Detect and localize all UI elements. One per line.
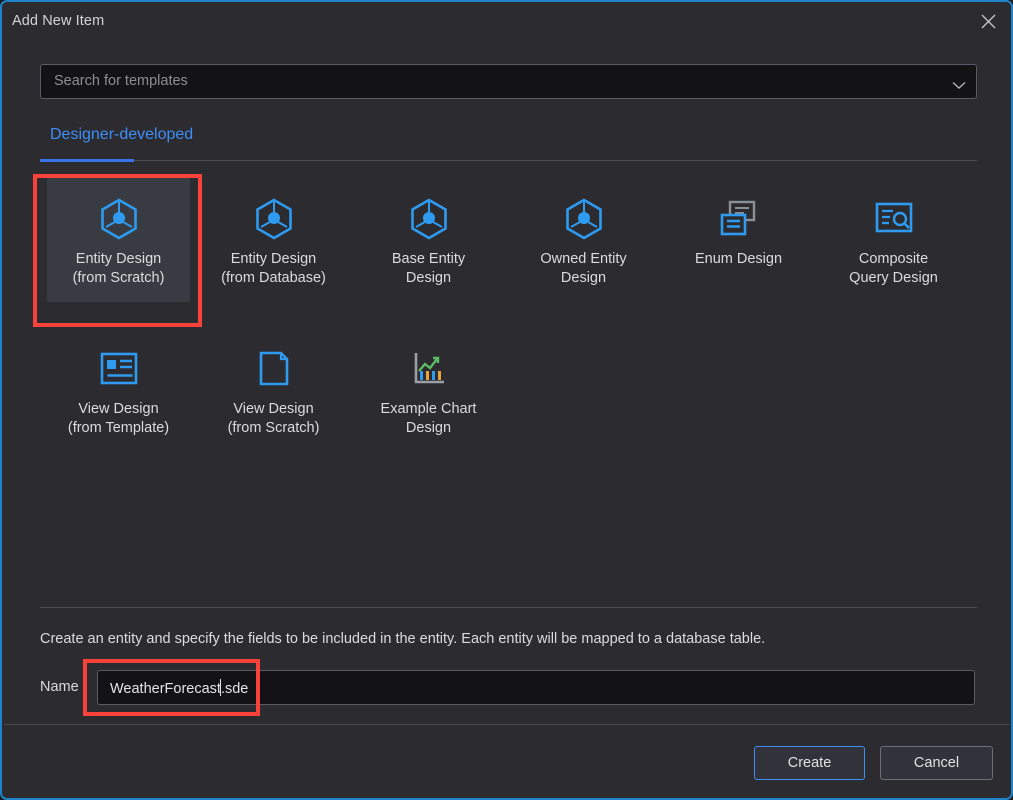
name-label: Name [40, 679, 79, 695]
search-input[interactable]: Search for templates [40, 64, 977, 99]
template-tile-view-design-from-template[interactable]: View Design (from Template) [47, 328, 190, 452]
description-divider [40, 607, 977, 608]
name-value-text: WeatherForecast [110, 681, 221, 697]
blank-page-icon [253, 338, 295, 400]
chevron-down-icon[interactable] [952, 77, 966, 95]
template-tile-label: Entity Design (from Scratch) [72, 251, 165, 286]
template-tile-label: Entity Design (from Database) [221, 251, 326, 286]
template-tile-label: View Design (from Scratch) [227, 401, 320, 436]
title-bar: Add New Item [2, 2, 1011, 42]
query-search-icon [871, 188, 917, 250]
entity-hexagon-icon [96, 188, 142, 250]
template-tile-base-entity-design[interactable]: Base Entity Design [357, 178, 500, 302]
entity-hexagon-icon [251, 188, 297, 250]
template-tile-entity-design-from-scratch[interactable]: Entity Design (from Scratch) [47, 178, 190, 302]
search-placeholder: Search for templates [54, 73, 188, 89]
name-input[interactable]: WeatherForecast.sde [97, 670, 975, 705]
view-layout-icon [98, 338, 140, 400]
close-icon[interactable] [965, 2, 1011, 40]
template-description: Create an entity and specify the fields … [40, 631, 766, 647]
dialog-title: Add New Item [12, 13, 105, 29]
tab-divider [40, 160, 977, 161]
add-new-item-dialog: Add New Item Search for templates Design… [0, 0, 1013, 800]
template-tile-view-design-from-scratch[interactable]: View Design (from Scratch) [202, 328, 345, 452]
create-button[interactable]: Create [754, 746, 865, 780]
template-tile-label: Owned Entity Design [540, 251, 627, 286]
entity-hexagon-icon [561, 188, 607, 250]
name-value-extension: .sde [220, 681, 249, 697]
template-tile-label: Base Entity Design [391, 251, 466, 286]
template-tile-label: View Design (from Template) [67, 401, 170, 436]
tab-designer-developed[interactable]: Designer-developed [50, 126, 193, 144]
cancel-button[interactable]: Cancel [880, 746, 993, 780]
template-grid: Entity Design (from Scratch) Entity Desi… [40, 178, 977, 458]
template-tile-label: Enum Design [694, 251, 783, 267]
enum-windows-icon [716, 188, 762, 250]
entity-hexagon-icon [406, 188, 452, 250]
template-tile-entity-design-from-database[interactable]: Entity Design (from Database) [202, 178, 345, 302]
name-input-value: WeatherForecast.sde [110, 679, 248, 697]
template-tile-example-chart-design[interactable]: Example Chart Design [357, 328, 500, 452]
template-tile-label: Example Chart Design [380, 401, 477, 436]
search-row: Search for templates [40, 64, 977, 99]
footer-divider [4, 724, 1009, 725]
template-tile-composite-query-design[interactable]: Composite Query Design [822, 178, 965, 302]
template-tile-enum-design[interactable]: Enum Design [667, 178, 810, 302]
template-tile-owned-entity-design[interactable]: Owned Entity Design [512, 178, 655, 302]
chart-icon [408, 338, 450, 400]
tab-active-indicator [40, 159, 134, 162]
template-tile-label: Composite Query Design [849, 251, 938, 286]
tab-bar: Designer-developed [40, 126, 977, 163]
